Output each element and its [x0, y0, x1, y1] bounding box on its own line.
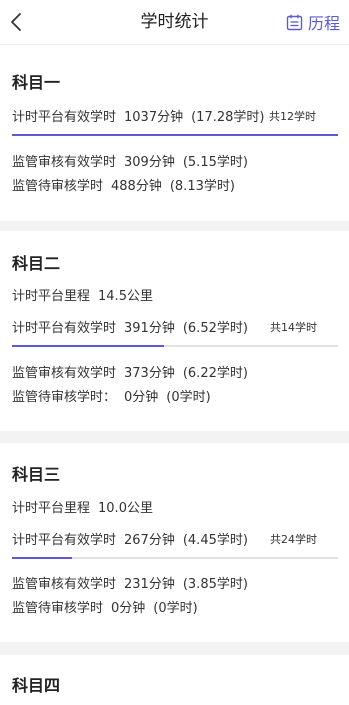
platform-hours-value: (6.52学时) — [182, 321, 248, 336]
pending-hours-label: 监管待审核学时： — [12, 390, 117, 405]
platform-hours-value: (4.45学时) — [182, 533, 248, 548]
pending-minutes: 0分钟 — [111, 601, 146, 616]
subject-title: 科目三 — [12, 465, 61, 484]
review-hours-row: 监管审核有效学时 373分钟 (6.22学时) — [12, 365, 248, 383]
history-label: 历程 — [307, 14, 340, 33]
mileage-label: 计时平台里程 — [12, 501, 91, 516]
calendar-icon — [286, 14, 303, 30]
progress-bar — [12, 557, 338, 559]
review-hours-row: 监管审核有效学时 231分钟 (3.85学时) — [12, 576, 248, 594]
pending-hours-value: (0学时) — [166, 390, 211, 405]
mileage-value: 10.0公里 — [98, 501, 153, 516]
review-minutes: 231分钟 — [124, 577, 175, 592]
total-hours-label: 共12学时 — [269, 110, 316, 123]
nav-bar: 学时统计 历程 — [0, 0, 349, 45]
platform-hours-value: (17.28学时) — [191, 110, 265, 125]
review-hours-value: (3.85学时) — [182, 577, 248, 592]
mileage-label: 计时平台里程 — [12, 289, 91, 304]
progress-bar — [12, 134, 338, 136]
pending-minutes: 488分钟 — [111, 179, 162, 194]
subject-title: 科目二 — [12, 254, 61, 273]
review-minutes: 373分钟 — [124, 366, 175, 381]
pending-hours-value: (8.13学时) — [169, 179, 235, 194]
platform-minutes: 1037分钟 — [124, 110, 184, 125]
subject-title: 科目一 — [12, 73, 61, 92]
total-hours-label: 共24学时 — [270, 533, 317, 546]
subject-card-4: 科目四 — [0, 655, 349, 705]
pending-hours-row: 监管待审核学时 488分钟 (8.13学时) — [12, 178, 235, 196]
progress-fill — [12, 134, 338, 136]
review-hours-value: (5.15学时) — [182, 155, 248, 170]
pending-hours-row: 监管待审核学时 0分钟 (0学时) — [12, 600, 198, 618]
review-hours-row: 监管审核有效学时 309分钟 (5.15学时) — [12, 154, 248, 172]
review-hours-value: (6.22学时) — [182, 366, 248, 381]
mileage-value: 14.5公里 — [98, 289, 153, 304]
progress-bar — [12, 345, 338, 347]
platform-minutes: 391分钟 — [124, 321, 175, 336]
platform-minutes: 267分钟 — [124, 533, 175, 548]
pending-hours-label: 监管待审核学时 — [12, 179, 104, 194]
pending-hours-label: 监管待审核学时 — [12, 601, 104, 616]
app-screen: 学时统计 历程 科目一 计时平台有效学时 1037分钟 (17.28学时) 共12学… — [0, 0, 349, 705]
review-hours-label: 监管审核有效学时 — [12, 577, 117, 592]
pending-hours-value: (0学时) — [153, 601, 198, 616]
history-button[interactable]: 历程 — [286, 10, 340, 34]
mileage-row: 计时平台里程 14.5公里 — [12, 288, 153, 306]
progress-fill — [12, 345, 164, 347]
pending-hours-row: 监管待审核学时： 0分钟 (0学时) — [12, 389, 211, 407]
pending-minutes: 0分钟 — [124, 390, 159, 405]
total-hours-label: 共14学时 — [270, 321, 317, 334]
platform-hours-row: 计时平台有效学时 267分钟 (4.45学时) — [12, 532, 248, 550]
platform-hours-label: 计时平台有效学时 — [12, 110, 117, 125]
platform-hours-row: 计时平台有效学时 1037分钟 (17.28学时) — [12, 109, 264, 127]
subject-card-2: 科目二 计时平台里程 14.5公里 计时平台有效学时 391分钟 (6.52学时) 共… — [0, 231, 349, 431]
platform-hours-label: 计时平台有效学时 — [12, 321, 117, 336]
review-hours-label: 监管审核有效学时 — [12, 155, 117, 170]
platform-hours-row: 计时平台有效学时 391分钟 (6.52学时) — [12, 320, 248, 338]
platform-hours-label: 计时平台有效学时 — [12, 533, 117, 548]
mileage-row: 计时平台里程 10.0公里 — [12, 500, 153, 518]
subject-card-1: 科目一 计时平台有效学时 1037分钟 (17.28学时) 共12学时 监管审核有效… — [0, 45, 349, 221]
progress-fill — [12, 557, 73, 559]
review-hours-label: 监管审核有效学时 — [12, 366, 117, 381]
review-minutes: 309分钟 — [124, 155, 175, 170]
subject-title: 科目四 — [12, 676, 61, 695]
subject-card-3: 科目三 计时平台里程 10.0公里 计时平台有效学时 267分钟 (4.45学时) 共… — [0, 443, 349, 642]
